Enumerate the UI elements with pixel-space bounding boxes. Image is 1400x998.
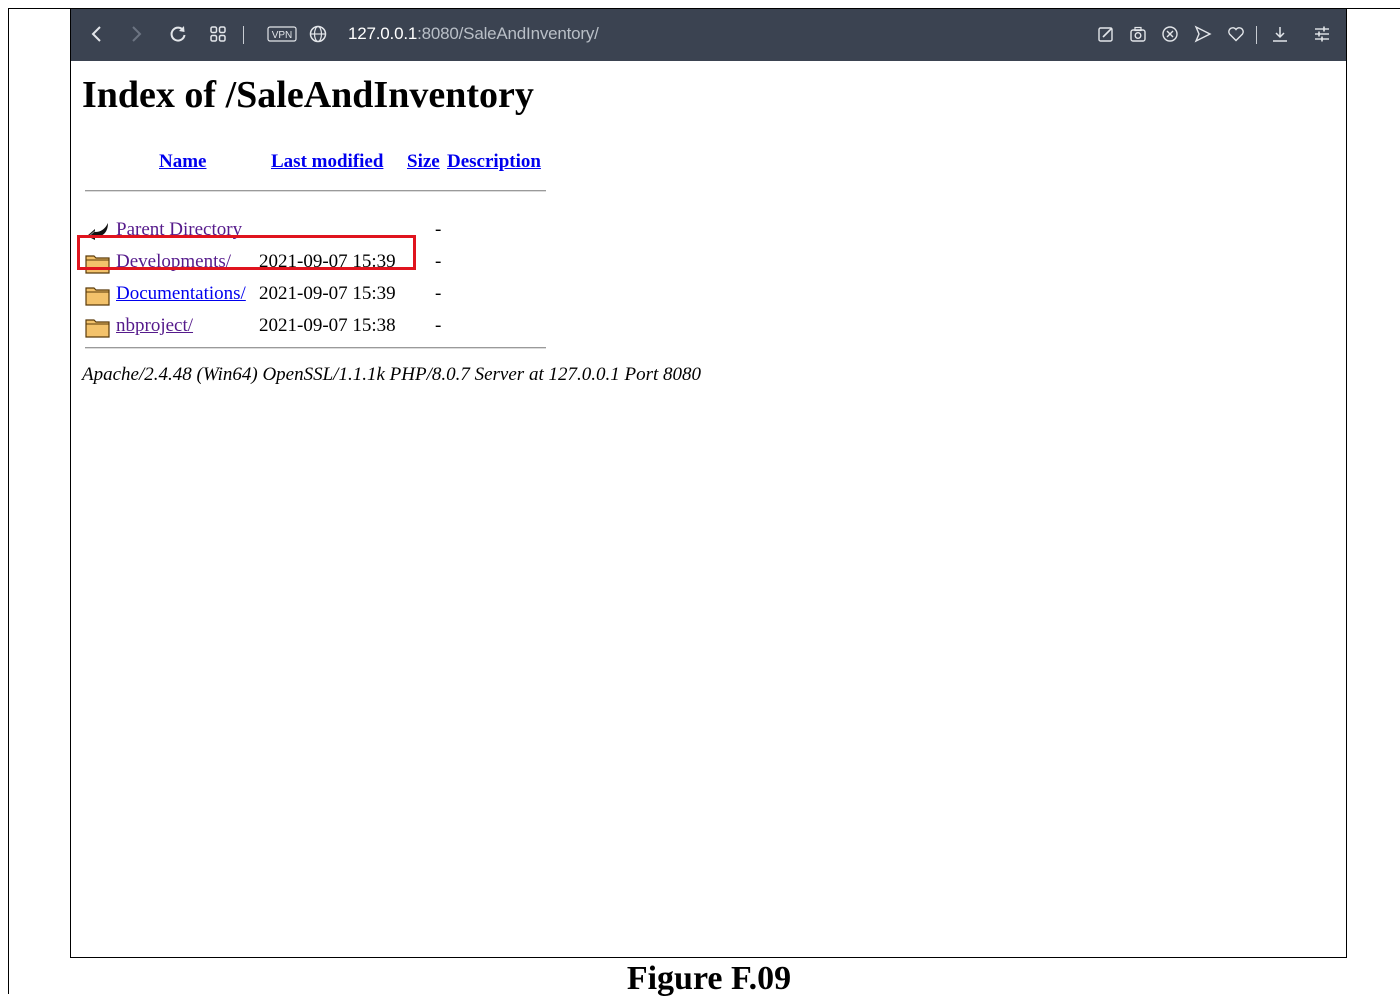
url-path: :8080/SaleAndInventory/ (417, 24, 599, 43)
row-date: 2021-09-07 15:38 (259, 315, 396, 336)
browser-toolbar: VPN 127.0.0.1:8080/SaleAndInventory/ (71, 9, 1346, 61)
browser-screenshot: VPN 127.0.0.1:8080/SaleAndInventory/ Ind… (70, 8, 1347, 958)
globe-icon[interactable] (307, 23, 329, 45)
folder-icon (85, 284, 111, 306)
sort-by-size-link[interactable]: Size (407, 151, 440, 172)
column-header-name[interactable]: Name (159, 151, 206, 173)
heart-icon[interactable] (1225, 23, 1247, 45)
send-icon[interactable] (1192, 23, 1214, 45)
forward-icon[interactable] (125, 23, 147, 45)
list-item[interactable]: Documentations/ 2021-09-07 15:39 - (85, 281, 545, 309)
documentations-link[interactable]: Documentations/ (116, 283, 246, 305)
row-date: 2021-09-07 15:39 (259, 283, 396, 304)
row-size: - (435, 283, 442, 304)
nbproject-link[interactable]: nbproject/ (116, 315, 193, 337)
toolbar-separator (243, 26, 244, 44)
sort-by-date-link[interactable]: Last modified (271, 151, 383, 172)
header-divider (85, 190, 546, 192)
reload-icon[interactable] (167, 23, 189, 45)
footer-divider (85, 347, 546, 349)
row-size: - (435, 251, 442, 272)
camera-icon[interactable] (1127, 23, 1149, 45)
document-top-line (8, 8, 70, 9)
server-signature: Apache/2.4.48 (Win64) OpenSSL/1.1.1k PHP… (82, 364, 702, 385)
highlight-box (77, 235, 416, 270)
document-margin-line (8, 8, 9, 994)
url-host: 127.0.0.1 (348, 24, 418, 43)
address-bar[interactable]: 127.0.0.1:8080/SaleAndInventory/ (348, 24, 599, 44)
edit-icon[interactable] (1095, 23, 1117, 45)
figure-caption: Figure F.09 (626, 960, 792, 997)
document-top-line-right (1347, 8, 1400, 9)
list-item[interactable]: nbproject/ 2021-09-07 15:38 - (85, 313, 545, 341)
column-header-size[interactable]: Size (407, 151, 440, 173)
vpn-label: VPN (272, 30, 293, 41)
column-header-description[interactable]: Description (447, 151, 541, 173)
sort-by-description-link[interactable]: Description (447, 151, 541, 172)
vpn-badge[interactable]: VPN (267, 23, 297, 45)
close-circle-icon[interactable] (1159, 23, 1181, 45)
sort-by-name-link[interactable]: Name (159, 151, 206, 172)
folder-icon (85, 316, 111, 338)
row-size: - (435, 315, 442, 336)
back-icon[interactable] (86, 23, 108, 45)
page-title: Index of /SaleAndInventory (82, 74, 534, 116)
download-icon[interactable] (1269, 23, 1291, 45)
tabs-grid-icon[interactable] (207, 23, 229, 45)
row-size: - (435, 219, 442, 240)
settings-sliders-icon[interactable] (1311, 23, 1333, 45)
toolbar-separator (1256, 26, 1257, 44)
column-header-last-modified[interactable]: Last modified (271, 151, 383, 173)
